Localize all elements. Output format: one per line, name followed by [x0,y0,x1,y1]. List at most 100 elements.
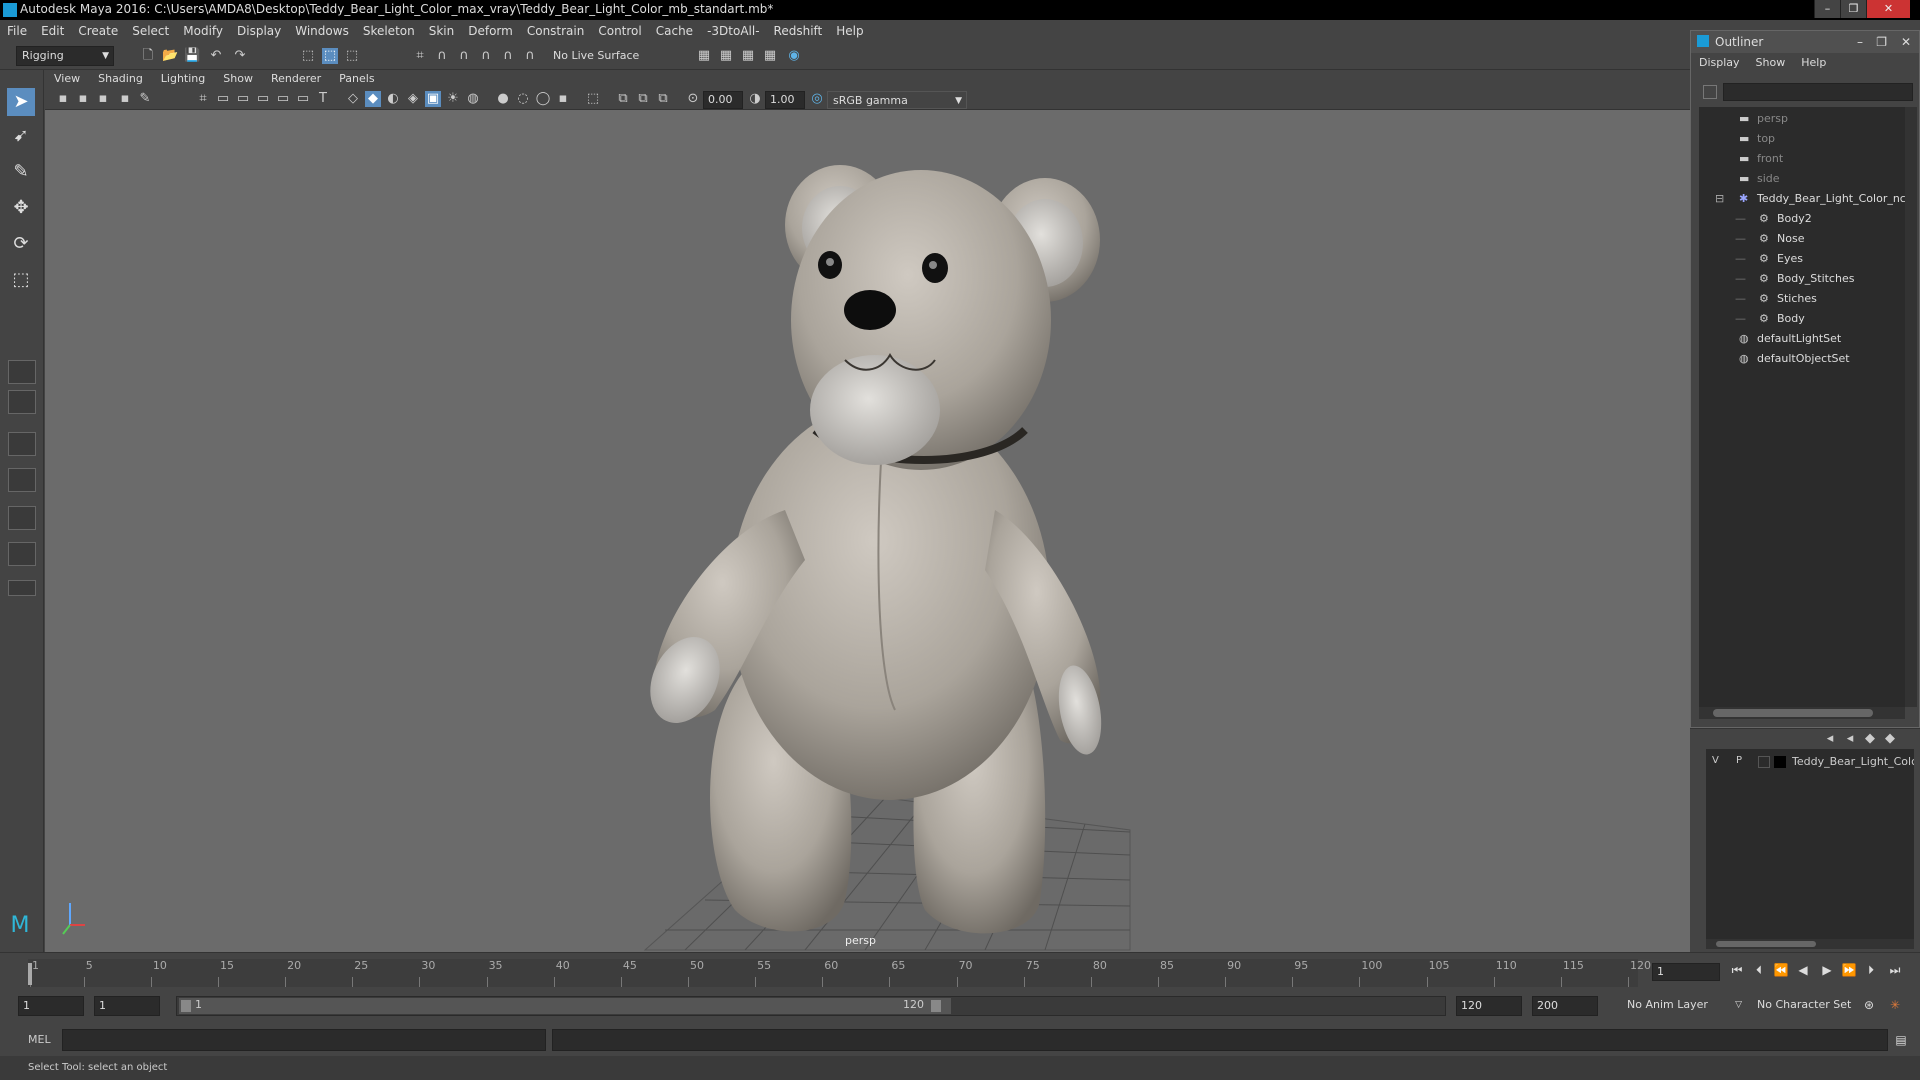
new-layer-selected-icon[interactable]: ◆ [1882,731,1898,747]
outliner-item[interactable]: — ⚙ Body2 [1735,209,1812,229]
new-layer-icon[interactable]: ◆ [1862,731,1878,747]
isolate-select-icon[interactable]: ⬚ [585,91,601,107]
outliner-scroll-thumb[interactable] [1713,709,1873,717]
outliner-vertical-scrollbar[interactable] [1905,107,1917,707]
render-frame-icon[interactable]: ▦ [696,48,712,64]
outliner-menu-display[interactable]: Display [1691,53,1748,73]
camera-attributes-icon[interactable]: ▪ [75,91,91,107]
custom-layout-icon[interactable] [8,580,36,596]
viewport-menu-lighting[interactable]: Lighting [152,70,214,88]
menu-file[interactable]: File [0,20,34,42]
menu-edit[interactable]: Edit [34,20,71,42]
script-editor-layout-icon[interactable] [8,542,36,566]
maya-home-icon[interactable]: Ⅿ [6,912,34,940]
viewport-menu-view[interactable]: View [45,70,89,88]
move-tool-icon[interactable]: ✥ [7,194,35,222]
use-all-lights-icon[interactable]: ☀ [445,91,461,107]
rotate-tool-icon[interactable]: ⟳ [7,230,35,258]
playback-end-field[interactable]: 120 [1456,996,1522,1016]
snap-grid-icon[interactable]: ⌗ [412,48,428,64]
menu-help[interactable]: Help [829,20,870,42]
film-gate-icon[interactable]: ▭ [215,91,231,107]
new-scene-icon[interactable]: 🗋 [140,48,156,64]
viewport-menu-shading[interactable]: Shading [89,70,152,88]
layer-horizontal-scrollbar[interactable] [1706,939,1914,949]
menu-modify[interactable]: Modify [176,20,230,42]
image-plane-icon[interactable]: ▪ [117,91,133,107]
go-to-end-icon[interactable]: ⏭ [1886,961,1904,979]
play-forwards-icon[interactable]: ▶ [1818,961,1836,979]
menu-redshift[interactable]: Redshift [767,20,830,42]
range-start-handle[interactable] [181,1000,191,1012]
live-surface-field[interactable]: No Live Surface [548,47,654,67]
minimize-button[interactable]: – [1814,0,1840,18]
layer-playback-toggle[interactable]: P [1736,755,1742,766]
auto-key-icon[interactable]: ⊛ [1860,996,1878,1014]
snap-point-icon[interactable]: ∩ [456,48,472,64]
character-set-dropdown[interactable]: No Character Set [1752,996,1864,1016]
snap-view-icon[interactable]: ∩ [478,48,494,64]
outliner-item[interactable]: ▬ side [1739,169,1780,189]
view-transform-dropdown[interactable]: sRGB gamma ▼ [827,91,967,109]
color-management-icon[interactable]: ◎ [809,91,825,107]
outliner-menu-show[interactable]: Show [1748,53,1794,73]
step-back-frame-icon[interactable]: ⏴ [1750,961,1768,979]
range-track[interactable]: 1 120 [176,996,1446,1016]
default-material-icon[interactable]: ◐ [385,91,401,107]
step-forward-frame-icon[interactable]: ⏵ [1862,961,1880,979]
shadows-icon[interactable]: ◍ [465,91,481,107]
four-view-layout-icon[interactable] [8,390,36,414]
play-backwards-icon[interactable]: ◀ [1794,961,1812,979]
outliner-item[interactable]: ▬ persp [1739,109,1788,129]
menu-cache[interactable]: Cache [649,20,700,42]
menu-display[interactable]: Display [230,20,288,42]
outliner-item[interactable]: — ⚙ Eyes [1735,249,1803,269]
time-ruler[interactable]: 1 5 10 15 20 25 30 35 40 45 50 55 60 65 70 75 80 85 90 95 10… [28,959,1651,987]
exposure-icon[interactable]: ⊙ [685,91,701,107]
layer-type-toggle[interactable] [1758,756,1770,768]
ipr-render-icon[interactable]: ▦ [718,48,734,64]
range-bar[interactable] [179,998,951,1014]
animation-end-field[interactable]: 200 [1532,996,1598,1016]
single-perspective-layout-icon[interactable] [8,360,36,384]
menu-select[interactable]: Select [125,20,176,42]
layer-visibility-toggle[interactable]: V [1712,755,1719,766]
step-forward-key-icon[interactable]: ⏩ [1840,961,1858,979]
camera-icon[interactable]: ▪ [55,91,71,107]
xray-components-icon[interactable]: ⧉ [655,91,671,107]
outliner-horizontal-scrollbar[interactable] [1699,707,1905,719]
range-end-handle[interactable] [931,1000,941,1012]
gamma-field[interactable]: 1.00 [765,91,805,109]
current-frame-field[interactable]: 1 [1652,963,1720,981]
menu-control[interactable]: Control [591,20,648,42]
animation-preferences-icon[interactable]: ✳ [1886,996,1904,1014]
script-editor-icon[interactable]: ▤ [1892,1031,1910,1049]
smooth-shade-icon[interactable]: ◆ [365,91,381,107]
persp-graph-layout-icon[interactable] [8,468,36,492]
save-scene-icon[interactable]: 💾 [184,48,200,64]
wireframe-on-shaded-icon[interactable]: ◈ [405,91,421,107]
depth-of-field-icon[interactable]: ▪ [555,91,571,107]
snap-pivot-icon[interactable]: ∩ [522,48,538,64]
grease-pencil-icon[interactable]: ✎ [137,91,153,107]
safe-action-icon[interactable]: ▭ [295,91,311,107]
anim-layer-dropdown[interactable]: No Anim Layer ▽ [1622,996,1746,1016]
outliner-item[interactable]: — ⚙ Stiches [1735,289,1817,309]
paint-select-tool-icon[interactable]: ✎ [7,158,35,186]
outliner-menu-help[interactable]: Help [1793,53,1834,73]
redshift-render-icon[interactable]: ◉ [786,48,802,64]
outliner-search-input[interactable] [1723,83,1913,101]
wireframe-icon[interactable]: ◇ [345,91,361,107]
persp-outliner-layout-icon[interactable] [8,432,36,456]
outliner-item[interactable]: ⊟ ✱ Teddy_Bear_Light_Color_ncl [1715,189,1905,209]
time-slider[interactable]: 1 5 10 15 20 25 30 35 40 45 50 55 60 65 70 75 80 85 90 95 10… [0,952,1920,988]
viewport-menu-renderer[interactable]: Renderer [262,70,330,88]
bookmark-icon[interactable]: ▪ [95,91,111,107]
command-language-label[interactable]: MEL [28,1033,51,1046]
animation-start-field[interactable]: 1 [18,996,84,1016]
grid-toggle-icon[interactable]: ⌗ [195,91,211,107]
perspective-viewport[interactable]: persp [45,110,1690,952]
hypershade-icon[interactable]: ▦ [762,48,778,64]
lasso-tool-icon[interactable]: ➹ [7,122,35,150]
viewport-menu-panels[interactable]: Panels [330,70,383,88]
